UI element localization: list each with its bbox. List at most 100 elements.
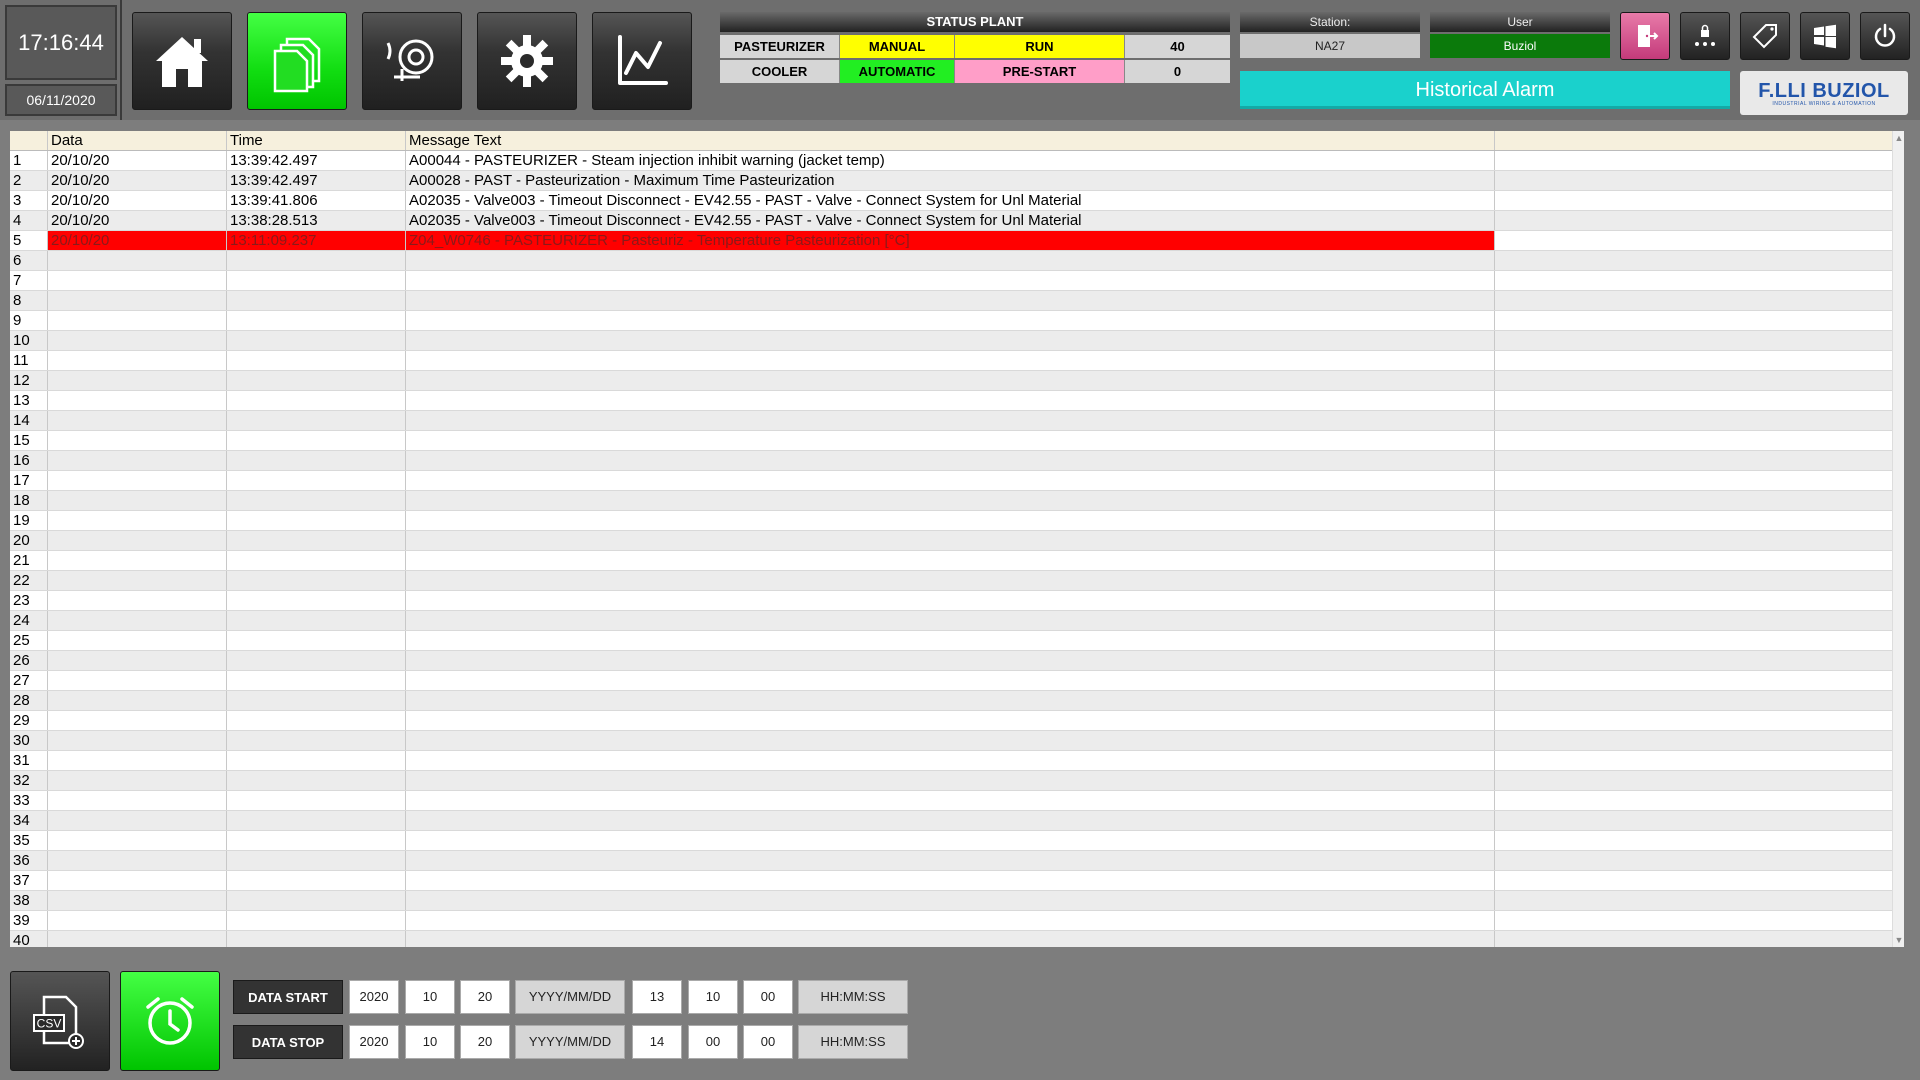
- table-row[interactable]: 15: [10, 431, 1892, 451]
- stop-second-field[interactable]: 00: [743, 1025, 793, 1059]
- table-row[interactable]: 17: [10, 471, 1892, 491]
- nav-bell-button[interactable]: [362, 12, 462, 110]
- table-row[interactable]: 33: [10, 791, 1892, 811]
- table-row[interactable]: 24: [10, 611, 1892, 631]
- table-row[interactable]: 29: [10, 711, 1892, 731]
- column-header[interactable]: Data: [48, 131, 227, 150]
- row-spacer: [1495, 571, 1892, 590]
- station-label: Station:: [1240, 12, 1420, 32]
- stop-day-field[interactable]: 20: [460, 1025, 510, 1059]
- table-row[interactable]: 13: [10, 391, 1892, 411]
- table-row[interactable]: 2 20/10/20 13:39:42.497 A00028 - PAST - Pas…: [10, 171, 1892, 191]
- lock-button[interactable]: [1680, 12, 1730, 60]
- row-number: 24: [10, 611, 48, 630]
- table-row[interactable]: 37: [10, 871, 1892, 891]
- nav-trends-button[interactable]: [592, 12, 692, 110]
- status-plant-title: STATUS PLANT: [720, 12, 1230, 32]
- table-row[interactable]: 30: [10, 731, 1892, 751]
- row-time: [227, 711, 406, 730]
- table-row[interactable]: 23: [10, 591, 1892, 611]
- row-spacer: [1495, 231, 1892, 250]
- table-row[interactable]: 20: [10, 531, 1892, 551]
- table-row[interactable]: 5 20/10/20 13:11:09.237 Z04_W0746 - PASTEUR…: [10, 231, 1892, 251]
- scroll-down-icon[interactable]: ▼: [1893, 933, 1904, 947]
- table-row[interactable]: 16: [10, 451, 1892, 471]
- nav-alarms-button[interactable]: [247, 12, 347, 110]
- table-row[interactable]: 40: [10, 931, 1892, 947]
- logout-button[interactable]: [1620, 12, 1670, 60]
- table-row[interactable]: 25: [10, 631, 1892, 651]
- table-row[interactable]: 19: [10, 511, 1892, 531]
- row-spacer: [1495, 731, 1892, 750]
- row-date: 20/10/20: [48, 211, 227, 230]
- table-row[interactable]: 9: [10, 311, 1892, 331]
- table-row[interactable]: 10: [10, 331, 1892, 351]
- realtime-alarm-button[interactable]: [120, 971, 220, 1071]
- row-time: [227, 771, 406, 790]
- table-row[interactable]: 12: [10, 371, 1892, 391]
- table-row[interactable]: 6: [10, 251, 1892, 271]
- table-scrollbar[interactable]: ▲ ▼: [1892, 131, 1904, 947]
- table-row[interactable]: 27: [10, 671, 1892, 691]
- status-row-name: PASTEURIZER: [720, 35, 840, 58]
- nav-settings-button[interactable]: [477, 12, 577, 110]
- row-date: [48, 811, 227, 830]
- row-message: [406, 471, 1495, 490]
- power-button[interactable]: [1860, 12, 1910, 60]
- table-row[interactable]: 32: [10, 771, 1892, 791]
- home-icon: [156, 37, 208, 87]
- stop-year-field[interactable]: 2020: [349, 1025, 399, 1059]
- table-row[interactable]: 18: [10, 491, 1892, 511]
- nav-home-button[interactable]: [132, 12, 232, 110]
- row-date: [48, 931, 227, 947]
- row-number: 26: [10, 651, 48, 670]
- table-row[interactable]: 14: [10, 411, 1892, 431]
- table-row[interactable]: 1 20/10/20 13:39:42.497 A00044 - PASTEURIZE…: [10, 151, 1892, 171]
- row-spacer: [1495, 331, 1892, 350]
- clock-date: 06/11/2020: [5, 84, 117, 116]
- windows-button[interactable]: [1800, 12, 1850, 60]
- row-date: [48, 771, 227, 790]
- table-row[interactable]: 11: [10, 351, 1892, 371]
- table-row[interactable]: 21: [10, 551, 1892, 571]
- table-row[interactable]: 34: [10, 811, 1892, 831]
- table-row[interactable]: 26: [10, 651, 1892, 671]
- table-row[interactable]: 28: [10, 691, 1892, 711]
- table-row[interactable]: 38: [10, 891, 1892, 911]
- row-message: [406, 271, 1495, 290]
- row-spacer: [1495, 911, 1892, 930]
- export-csv-button[interactable]: CSV: [10, 971, 110, 1071]
- start-second-field[interactable]: 00: [743, 980, 793, 1014]
- start-hour-field[interactable]: 13: [632, 980, 682, 1014]
- table-row[interactable]: 22: [10, 571, 1892, 591]
- row-spacer: [1495, 151, 1892, 170]
- table-row[interactable]: 39: [10, 911, 1892, 931]
- start-month-field[interactable]: 10: [405, 980, 455, 1014]
- row-time: [227, 571, 406, 590]
- row-number: 14: [10, 411, 48, 430]
- table-row[interactable]: 3 20/10/20 13:39:41.806 A02035 - Valve003 -…: [10, 191, 1892, 211]
- start-minute-field[interactable]: 10: [688, 980, 738, 1014]
- row-spacer: [1495, 871, 1892, 890]
- table-row[interactable]: 36: [10, 851, 1892, 871]
- column-header[interactable]: Message Text: [406, 131, 1495, 150]
- row-number: 22: [10, 571, 48, 590]
- stop-hour-field[interactable]: 14: [632, 1025, 682, 1059]
- row-spacer: [1495, 471, 1892, 490]
- stop-minute-field[interactable]: 00: [688, 1025, 738, 1059]
- status-row-state: RUN: [955, 35, 1125, 58]
- stop-month-field[interactable]: 10: [405, 1025, 455, 1059]
- windows-icon: [1814, 24, 1836, 49]
- row-time: [227, 371, 406, 390]
- table-row[interactable]: 8: [10, 291, 1892, 311]
- start-day-field[interactable]: 20: [460, 980, 510, 1014]
- tag-button[interactable]: [1740, 12, 1790, 60]
- table-row[interactable]: 4 20/10/20 13:38:28.513 A02035 - Valve003 -…: [10, 211, 1892, 231]
- table-row[interactable]: 35: [10, 831, 1892, 851]
- start-year-field[interactable]: 2020: [349, 980, 399, 1014]
- row-message: [406, 811, 1495, 830]
- column-header[interactable]: Time: [227, 131, 406, 150]
- scroll-up-icon[interactable]: ▲: [1893, 131, 1904, 145]
- table-row[interactable]: 31: [10, 751, 1892, 771]
- table-row[interactable]: 7: [10, 271, 1892, 291]
